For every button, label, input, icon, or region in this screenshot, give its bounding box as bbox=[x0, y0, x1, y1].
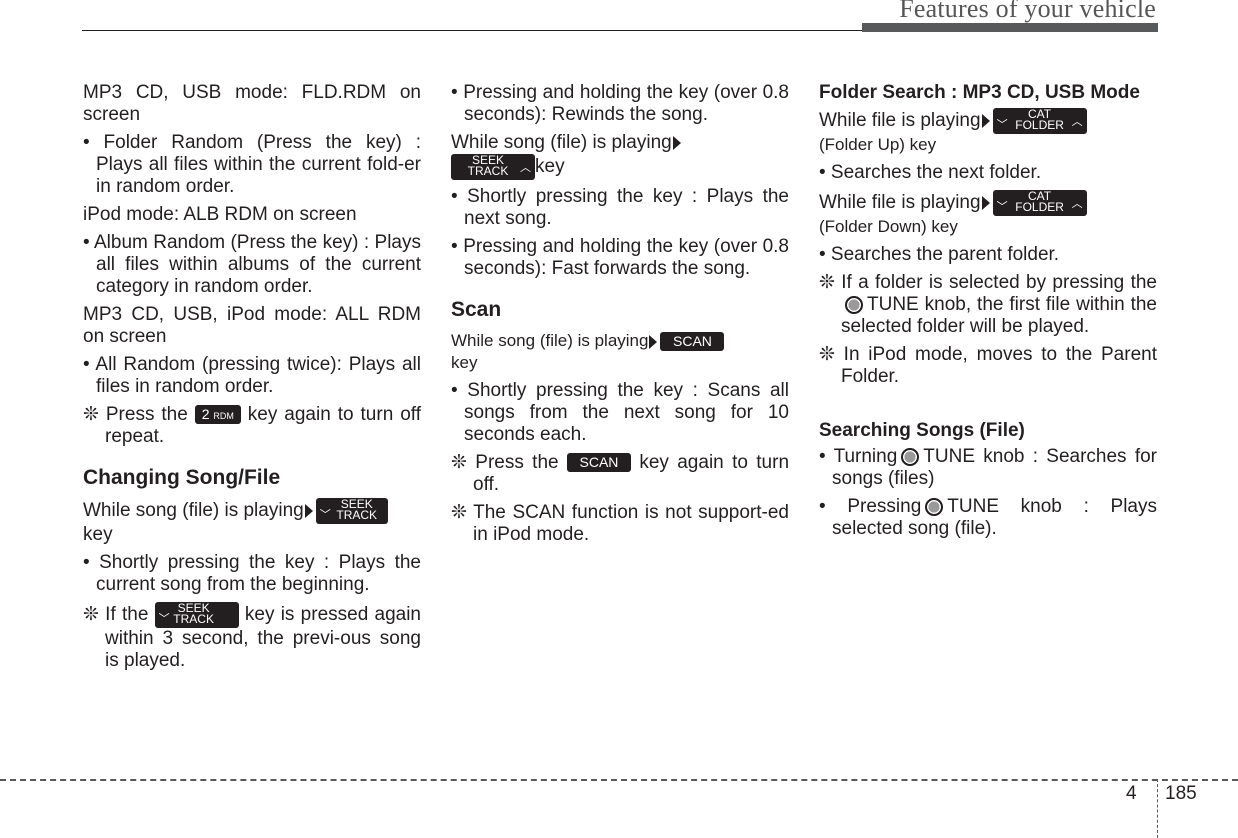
column-3: Folder Search : MP3 CD, USB Mode While f… bbox=[819, 82, 1157, 546]
heading-changing-song: Changing Song/File bbox=[83, 466, 281, 489]
bullet: • Album Random (Press the key) : Plays a… bbox=[83, 232, 421, 297]
play-arrow-icon bbox=[672, 135, 681, 150]
instruction: While file is playing ﹀ CAT FOLDER ︿ (Folder… bbox=[819, 108, 1157, 156]
section-title: Features of your vehicle bbox=[899, 0, 1156, 23]
mode-text: MP3 CD, USB, iPod mode: ALL RDM on scree… bbox=[83, 304, 421, 347]
footer-rule bbox=[0, 779, 1238, 781]
bullet: • Pressing and holding the key (over 0.8… bbox=[451, 82, 789, 125]
bullet: • Shortly pressing the key : Plays the c… bbox=[83, 552, 421, 595]
bullet: • Folder Random (Press the key) : Plays … bbox=[83, 132, 421, 197]
instruction: While song (file) is playing SEEK TRACK ︿ k… bbox=[451, 132, 789, 180]
heading-searching-songs: Searching Songs (File) bbox=[819, 420, 1025, 441]
mode-text: iPod mode: ALB RDM on screen bbox=[83, 204, 357, 225]
column-1: MP3 CD, USB mode: FLD.RDM on screen • Fo… bbox=[83, 82, 421, 678]
note: ❊ Press the 2 RDM key again to turn off … bbox=[83, 404, 421, 448]
play-arrow-icon bbox=[981, 196, 990, 210]
bullet: • Pressing TUNE knob : Plays selected son… bbox=[819, 496, 1157, 539]
note: ❊ Press the SCAN key again to turn off. bbox=[451, 452, 790, 495]
page-number: 185 bbox=[1165, 783, 1197, 804]
column-2: • Pressing and holding the key (over 0.8… bbox=[451, 82, 789, 552]
note: ❊ In iPod mode, moves to the Parent Fold… bbox=[819, 344, 1157, 387]
note: ❊ If a folder is selected by pressing th… bbox=[819, 272, 1157, 337]
bullet: • Shortly pressing the key : Plays the n… bbox=[451, 186, 789, 229]
cat-folder-key-icon: ﹀ CAT FOLDER ︿ bbox=[992, 190, 1087, 216]
mode-text: MP3 CD, USB mode: FLD.RDM on screen bbox=[83, 82, 421, 125]
tune-knob-icon bbox=[901, 447, 920, 466]
heading-scan: Scan bbox=[451, 298, 502, 321]
cat-folder-key-icon: ﹀ CAT FOLDER ︿ bbox=[992, 108, 1087, 134]
section-number: 4 bbox=[1126, 783, 1137, 804]
instruction: While file is playing ﹀ CAT FOLDER ︿ (Folder… bbox=[819, 190, 1157, 238]
footer-divider bbox=[1157, 779, 1158, 838]
seek-track-down-key-icon: ﹀ SEEK TRACK bbox=[315, 498, 388, 524]
bullet: • Searches the parent folder. bbox=[819, 244, 1060, 265]
note: ❊ If the ﹀ SEEK TRACK key is pressed again… bbox=[83, 601, 421, 671]
tune-knob-icon bbox=[845, 295, 863, 314]
note-text: ❊ Press the bbox=[83, 404, 188, 425]
play-arrow-icon bbox=[649, 334, 658, 349]
scan-key-icon: SCAN bbox=[660, 332, 725, 352]
heading-folder-search: Folder Search : MP3 CD, USB Mode bbox=[819, 82, 1140, 103]
note: ❊ The SCAN function is not support-ed in… bbox=[451, 502, 789, 545]
tune-knob-icon bbox=[925, 497, 944, 516]
instruction: While song (file) is playing ﹀ SEEK TRACK k… bbox=[83, 498, 421, 546]
seek-track-up-key-icon: SEEK TRACK ︿ bbox=[451, 154, 535, 180]
seek-track-down-key-icon: ﹀ SEEK TRACK bbox=[154, 602, 239, 628]
bullet: • Turning TUNE knob : Searches for songs … bbox=[819, 446, 1157, 489]
play-arrow-icon bbox=[981, 114, 990, 128]
scan-key-icon: SCAN bbox=[566, 453, 631, 473]
bullet: • Searches the next folder. bbox=[819, 162, 1042, 183]
bullet: • All Random (pressing twice): Plays all… bbox=[83, 354, 421, 397]
play-arrow-icon bbox=[304, 504, 313, 518]
instruction: While song (file) is playing SCAN key bbox=[451, 330, 789, 374]
bullet: • Pressing and holding the key (over 0.8… bbox=[451, 236, 789, 279]
header-bar bbox=[862, 23, 1158, 32]
header-rule bbox=[82, 30, 862, 31]
rdm-key-icon: 2 RDM bbox=[194, 405, 241, 425]
bullet: • Shortly pressing the key : Scans all s… bbox=[451, 380, 789, 445]
